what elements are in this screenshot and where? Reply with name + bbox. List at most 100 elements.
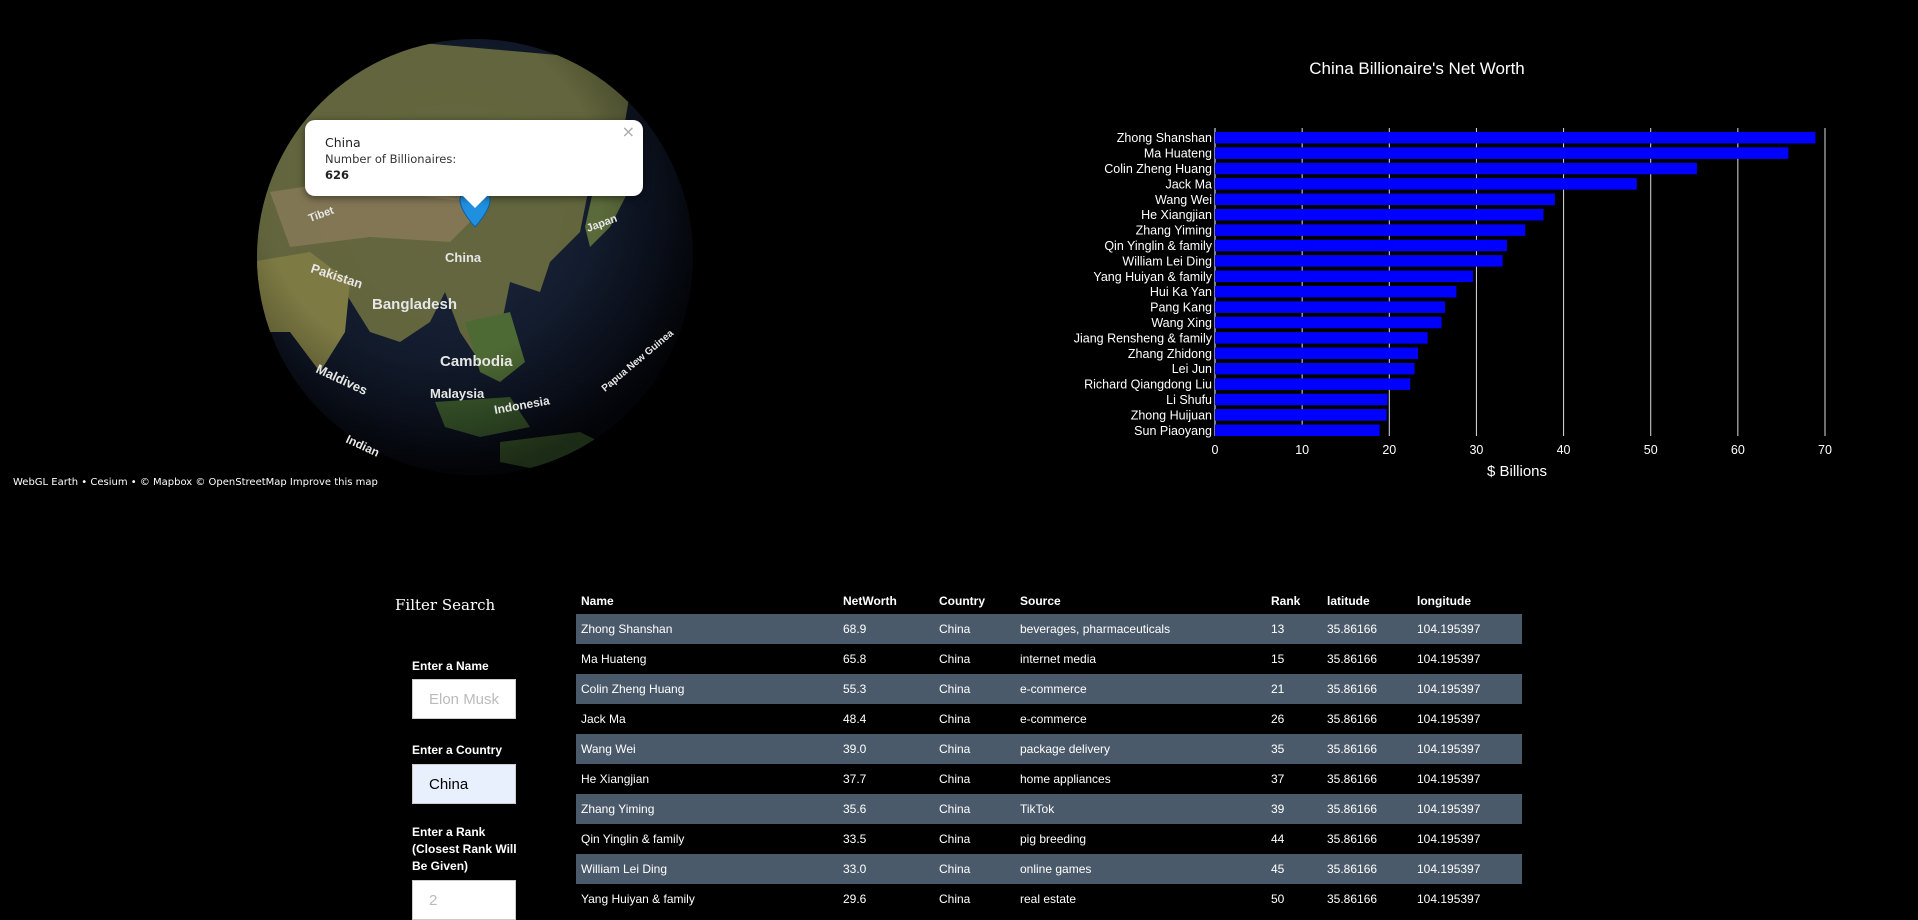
bar[interactable] [1215,393,1388,406]
category-label: Yang Huiyan & family [1093,270,1212,284]
x-tick-label: 70 [1818,443,1832,457]
category-label: Lei Jun [1172,362,1212,376]
cell-rank: 13 [1266,614,1322,644]
chart-bars [1215,131,1816,437]
x-tick-label: 50 [1644,443,1658,457]
cell-name: Colin Zheng Huang [576,674,838,704]
cell-longitude: 104.195397 [1412,794,1522,824]
cell-longitude: 104.195397 [1412,614,1522,644]
x-tick-label: 60 [1731,443,1745,457]
cell-country: China [934,704,1015,734]
bar[interactable] [1215,316,1442,329]
cell-longitude: 104.195397 [1412,734,1522,764]
cell-source: real estate [1015,884,1266,914]
col-rank[interactable]: Rank [1266,588,1322,614]
col-longitude[interactable]: longitude [1412,588,1522,614]
table-row: William Lei Ding 33.0 China online games 45 3… [576,854,1522,884]
cell-latitude: 35.86166 [1322,734,1412,764]
globe-panel[interactable]: Tibet Pakistan China Japan Bangladesh Ca… [0,0,700,500]
cell-longitude: 104.195397 [1412,764,1522,794]
chart-categories: Zhong Shanshan Ma HuatengColin Zheng Huan… [1074,131,1213,438]
name-label: Enter a Name [412,659,489,673]
bar[interactable] [1215,362,1415,375]
country-label: Enter a Country [412,743,503,757]
cell-source: beverages, pharmaceuticals [1015,614,1266,644]
chart-title: China Billionaire's Net Worth [1309,59,1525,78]
col-latitude[interactable]: latitude [1322,588,1412,614]
cell-longitude: 104.195397 [1412,674,1522,704]
rank-input[interactable] [412,880,516,920]
label-china: China [445,250,482,265]
table-row: Zhang Yiming 35.6 China TikTok 39 35.86166 104… [576,794,1522,824]
col-name[interactable]: Name [576,588,838,614]
cell-networth: 65.8 [838,644,934,674]
cell-longitude: 104.195397 [1412,824,1522,854]
cell-latitude: 35.86166 [1322,644,1412,674]
bar[interactable] [1215,409,1387,421]
category-label: Zhong Shanshan [1117,131,1212,145]
bar[interactable] [1215,301,1446,313]
bar[interactable] [1215,378,1411,390]
chart-xlabel: $ Billions [1487,463,1547,480]
col-networth[interactable]: NetWorth [838,588,934,614]
cell-country: China [934,764,1015,794]
popup-count: 626 [325,168,350,182]
close-icon[interactable]: × [622,122,635,141]
bar[interactable] [1215,255,1503,267]
country-input[interactable] [412,764,516,804]
globe-map[interactable]: Tibet Pakistan China Japan Bangladesh Ca… [250,32,700,482]
cell-source: TikTok [1015,794,1266,824]
cell-latitude: 35.86166 [1322,884,1412,914]
table-row: Qin Yinglin & family 33.5 China pig breedin… [576,824,1522,854]
cell-country: China [934,614,1015,644]
map-attribution[interactable]: WebGL Earth • Cesium • © Mapbox © OpenSt… [13,477,378,488]
cell-latitude: 35.86166 [1322,794,1412,824]
bar[interactable] [1215,424,1380,437]
col-source[interactable]: Source [1015,588,1266,614]
cell-source: home appliances [1015,764,1266,794]
cell-latitude: 35.86166 [1322,674,1412,704]
col-country[interactable]: Country [934,588,1015,614]
rank-label: Enter a Rank (Closest Rank Will Be Given… [412,825,517,873]
cell-longitude: 104.195397 [1412,854,1522,884]
bar[interactable] [1215,270,1473,283]
bar[interactable] [1215,347,1419,360]
name-input[interactable] [412,679,516,719]
chart-xticks: 0 10 20 30 40 50 60 70 [1212,443,1832,457]
cell-networth: 39.0 [838,734,934,764]
cell-rank: 21 [1266,674,1322,704]
bar[interactable] [1215,239,1507,252]
bar[interactable] [1215,178,1637,190]
cell-country: China [934,854,1015,884]
bar[interactable] [1215,162,1697,175]
cell-rank: 15 [1266,644,1322,674]
bar[interactable] [1215,193,1555,206]
category-label: Sun Piaoyang [1134,424,1212,438]
bar[interactable] [1215,332,1428,344]
x-tick-label: 20 [1382,443,1396,457]
category-label: Richard Qiangdong Liu [1084,378,1212,392]
billionaire-table: Name NetWorth Country Source Rank latitu… [576,588,1522,914]
cell-source: pig breeding [1015,824,1266,854]
cell-rank: 26 [1266,704,1322,734]
map-popup: × China Number of Billionaires: 626 [305,120,643,208]
cell-latitude: 35.86166 [1322,704,1412,734]
x-tick-label: 40 [1557,443,1571,457]
cell-rank: 39 [1266,794,1322,824]
bar[interactable] [1215,285,1457,298]
cell-rank: 37 [1266,764,1322,794]
category-label: Pang Kang [1150,301,1212,315]
bar[interactable] [1215,147,1789,159]
category-label: Zhong Huijuan [1131,408,1212,422]
filter-title: Filter Search [395,596,496,614]
cell-latitude: 35.86166 [1322,764,1412,794]
cell-latitude: 35.86166 [1322,824,1412,854]
cell-rank: 35 [1266,734,1322,764]
cell-name: Zhong Shanshan [576,614,838,644]
bar[interactable] [1215,224,1526,236]
bar[interactable] [1215,208,1544,221]
cell-source: e-commerce [1015,674,1266,704]
category-label: Qin Yinglin & family [1104,239,1212,253]
cell-longitude: 104.195397 [1412,704,1522,734]
bar[interactable] [1215,131,1816,144]
